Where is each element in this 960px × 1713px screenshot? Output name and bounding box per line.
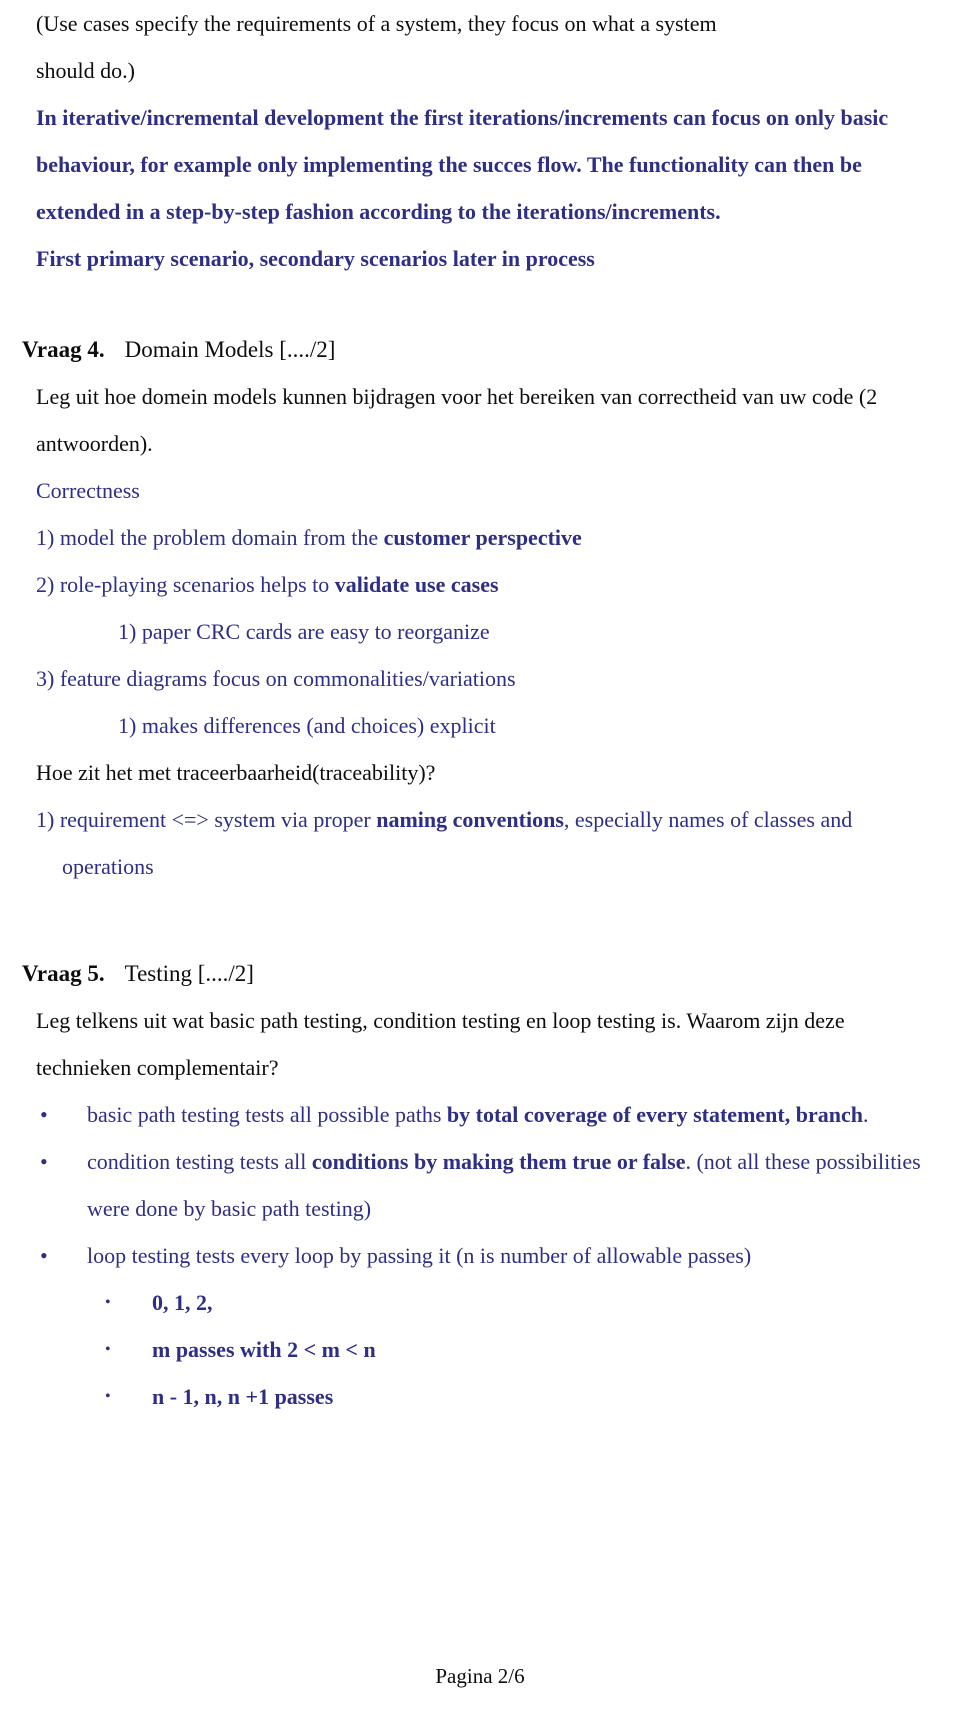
answer-item: 1) model the problem domain from the cus… <box>36 514 932 561</box>
spacer-before-question-4 <box>22 282 932 326</box>
list-item: • loop testing tests every loop by passi… <box>22 1232 932 1279</box>
list-item-body: loop testing tests every loop by passing… <box>87 1232 932 1279</box>
answer-subitem-text: 1) makes differences (and choices) expli… <box>118 713 496 738</box>
list-subitem-body: n - 1, n, n +1 passes <box>152 1384 334 1409</box>
answer-item-emphasis: customer perspective <box>383 525 582 550</box>
list-item: • condition testing tests all conditions… <box>22 1138 932 1232</box>
list-subitem: • m passes with 2 < m < n <box>22 1326 932 1373</box>
answer-item-emphasis: validate use cases <box>334 572 499 597</box>
question-5-prompt: Leg telkens uit wat basic path testing, … <box>36 1008 845 1080</box>
answer-subitem: 1) paper CRC cards are easy to reorganiz… <box>118 608 932 655</box>
question-4-label: Vraag 4. <box>22 337 105 362</box>
answer-item-text: 3) feature diagrams focus on commonaliti… <box>36 666 516 691</box>
traceability-question: Hoe zit het met traceerbaarheid(traceabi… <box>36 760 436 785</box>
traceability-answer-emphasis: naming conventions <box>376 807 564 832</box>
question-4-heading: Vraag 4. Domain Models [..../2] <box>22 326 932 373</box>
list-item-body: condition testing tests all conditions b… <box>87 1138 932 1232</box>
question-5-title: Testing [..../2] <box>124 961 254 986</box>
list-subitem-body: m passes with 2 < m < n <box>152 1337 376 1362</box>
list-item-text: basic path testing tests all possible pa… <box>87 1102 447 1127</box>
primary-scenario-line: First primary scenario, secondary scenar… <box>36 246 595 271</box>
question-5-label: Vraag 5. <box>22 961 105 986</box>
answer-item: 3) feature diagrams focus on commonaliti… <box>36 655 932 702</box>
list-subitem-body: 0, 1, 2, <box>152 1290 213 1315</box>
question-4-answer-heading: Correctness <box>36 478 140 503</box>
page-content: (Use cases specify the requirements of a… <box>0 0 960 1420</box>
answer-item: 2) role-playing scenarios helps to valid… <box>36 561 932 608</box>
bullet-icon: • <box>105 1388 111 1405</box>
list-item-emphasis: conditions by making them true or false <box>311 1149 686 1174</box>
paren-note-line-2: should do.) <box>36 58 135 83</box>
bullet-icon: • <box>105 1341 111 1358</box>
list-item-suffix: . <box>862 1102 869 1127</box>
question-4-title: Domain Models [..../2] <box>124 337 336 362</box>
bullet-icon: • <box>40 1102 48 1127</box>
question-4-prompt: Leg uit hoe domein models kunnen bijdrag… <box>36 384 878 456</box>
list-item: • basic path testing tests all possible … <box>22 1091 932 1138</box>
traceability-answer-prefix: 1) requirement <=> system via proper <box>36 807 377 832</box>
page-footer: Pagina 2/6 <box>435 1664 525 1688</box>
document-page: (Use cases specify the requirements of a… <box>0 0 960 1713</box>
spacer-before-question-5 <box>22 890 932 950</box>
question-5-heading: Vraag 5. Testing [..../2] <box>22 950 932 997</box>
list-item-body: basic path testing tests all possible pa… <box>87 1091 932 1138</box>
list-subitem: • n - 1, n, n +1 passes <box>22 1373 932 1420</box>
list-subitem: • 0, 1, 2, <box>22 1279 932 1326</box>
list-item-text: loop testing tests every loop by passing… <box>87 1243 752 1268</box>
bullet-icon: • <box>40 1149 48 1174</box>
bullet-icon: • <box>105 1294 111 1311</box>
paren-note-line-1: (Use cases specify the requirements of a… <box>36 11 717 36</box>
answer-item-text: 2) role-playing scenarios helps to <box>36 572 335 597</box>
answer-subitem: 1) makes differences (and choices) expli… <box>118 702 932 749</box>
answer-subitem-text: 1) paper CRC cards are easy to reorganiz… <box>118 619 490 644</box>
answer-item-text: 1) model the problem domain from the <box>36 525 384 550</box>
traceability-answer: 1) requirement <=> system via proper nam… <box>36 796 932 890</box>
bullet-icon: • <box>40 1243 48 1268</box>
list-item-emphasis: by total coverage of every statement, br… <box>446 1102 863 1127</box>
list-item-text: condition testing tests all <box>87 1149 312 1174</box>
iterative-development-paragraph: In iterative/incremental development the… <box>36 105 889 224</box>
